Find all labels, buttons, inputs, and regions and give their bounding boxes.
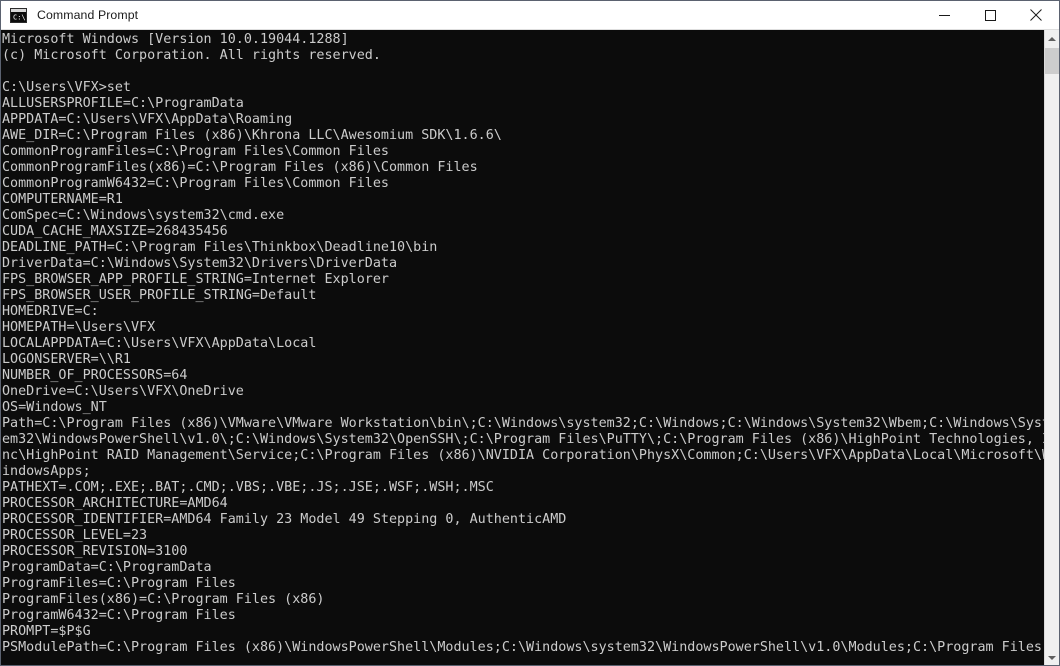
scrollbar-thumb[interactable] (1045, 48, 1059, 74)
vertical-scrollbar[interactable] (1044, 30, 1059, 666)
svg-text:C:\: C:\ (13, 13, 26, 21)
close-button[interactable] (1013, 1, 1059, 30)
console-text: Microsoft Windows [Version 10.0.19044.12… (2, 32, 1044, 655)
minimize-button[interactable] (921, 1, 967, 30)
terminal-output-area[interactable]: Microsoft Windows [Version 10.0.19044.12… (1, 30, 1044, 666)
scroll-up-arrow-icon[interactable] (1045, 30, 1059, 47)
command-prompt-icon: C:\ (10, 7, 27, 23)
maximize-button[interactable] (967, 1, 1013, 30)
window-titlebar[interactable]: C:\ Command Prompt (1, 1, 1059, 30)
titlebar-left-group: C:\ Command Prompt (1, 1, 921, 29)
window-controls (921, 1, 1059, 30)
command-prompt-window: C:\ Command Prompt Microsoft Windows [Ve… (0, 0, 1060, 666)
window-title: Command Prompt (37, 8, 139, 22)
scroll-down-arrow-icon[interactable] (1045, 649, 1059, 666)
